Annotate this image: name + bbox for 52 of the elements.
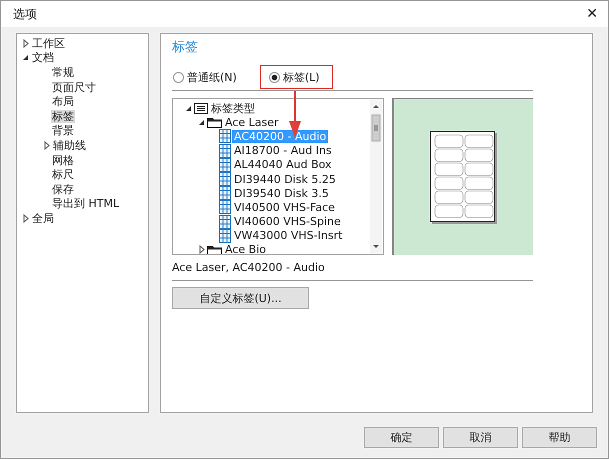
help-button[interactable]: 帮助	[522, 426, 597, 448]
folder-icon	[207, 116, 222, 128]
radio-button[interactable]	[268, 72, 280, 82]
label-type-item[interactable]: AI18700 - Aud Ins	[232, 144, 334, 158]
nav-item[interactable]: 常规	[51, 66, 75, 79]
label-sheet-icon	[219, 172, 231, 186]
ok-button[interactable]: 确定	[364, 426, 439, 448]
nav-item[interactable]: 背景	[51, 124, 75, 138]
collapse-arrow-icon[interactable]	[185, 104, 193, 113]
label-type-item[interactable]: AL44040 Aud Box	[232, 158, 334, 172]
label-type-item[interactable]: Ace Laser	[223, 116, 281, 129]
custom-label-button[interactable]: 自定义标签(U)...	[172, 287, 309, 309]
label-type-item[interactable]: DI39440 Disk 5.25	[232, 172, 338, 186]
cancel-button[interactable]: 取消	[443, 426, 518, 448]
window-title: 选项	[13, 6, 37, 22]
radio-label[interactable]: 普通纸(N)	[187, 70, 237, 84]
label-type-item[interactable]: VI40500 VHS-Face	[232, 200, 337, 214]
label-sheet-icon	[219, 228, 231, 243]
nav-item[interactable]: 标签	[51, 110, 75, 123]
label-sheet-icon	[219, 158, 231, 172]
collapse-arrow-icon[interactable]	[198, 118, 206, 127]
label-type-item[interactable]: VW43000 VHS-Insrt	[232, 229, 344, 242]
label-sheet-icon	[219, 186, 231, 200]
nav-item[interactable]: 网格	[51, 154, 75, 167]
nav-item[interactable]: 页面尺寸	[51, 80, 97, 94]
label-type-item[interactable]: DI39540 Disk 3.5	[232, 186, 331, 200]
expand-arrow-icon[interactable]	[22, 214, 30, 223]
nav-item[interactable]: 全局	[31, 212, 55, 225]
collapse-arrow-icon[interactable]	[22, 53, 30, 62]
expand-arrow-icon[interactable]	[22, 38, 30, 48]
expand-arrow-icon[interactable]	[198, 245, 206, 254]
radio-button[interactable]	[173, 72, 184, 82]
nav-item[interactable]: 工作区	[31, 36, 66, 50]
nav-item[interactable]: 导出到 HTML	[51, 197, 120, 210]
label-sheet-icon	[219, 200, 231, 214]
label-type-item[interactable]: Ace Bio	[223, 243, 268, 254]
label-type-item[interactable]: 标签类型	[209, 102, 257, 115]
panel-title: 标签	[172, 39, 198, 57]
nav-item[interactable]: 辅助线	[52, 138, 87, 152]
label-type-item[interactable]: VI40600 VHS-Spine	[232, 215, 343, 228]
close-button[interactable]: ✕	[586, 6, 598, 22]
label-sheet-icon	[219, 129, 231, 144]
nav-item[interactable]: 保存	[51, 182, 75, 196]
selection-text: Ace Laser, AC40200 - Audio	[172, 261, 325, 274]
nav-item[interactable]: 文档	[31, 51, 55, 64]
nav-item[interactable]: 布局	[51, 95, 75, 108]
label-sheet-icon	[219, 214, 231, 229]
list-box-icon	[194, 102, 208, 114]
nav-item[interactable]: 标尺	[51, 168, 75, 182]
expand-arrow-icon[interactable]	[43, 140, 51, 150]
label-sheet-icon	[219, 144, 231, 158]
radio-label[interactable]: 标签(L)	[282, 70, 320, 84]
